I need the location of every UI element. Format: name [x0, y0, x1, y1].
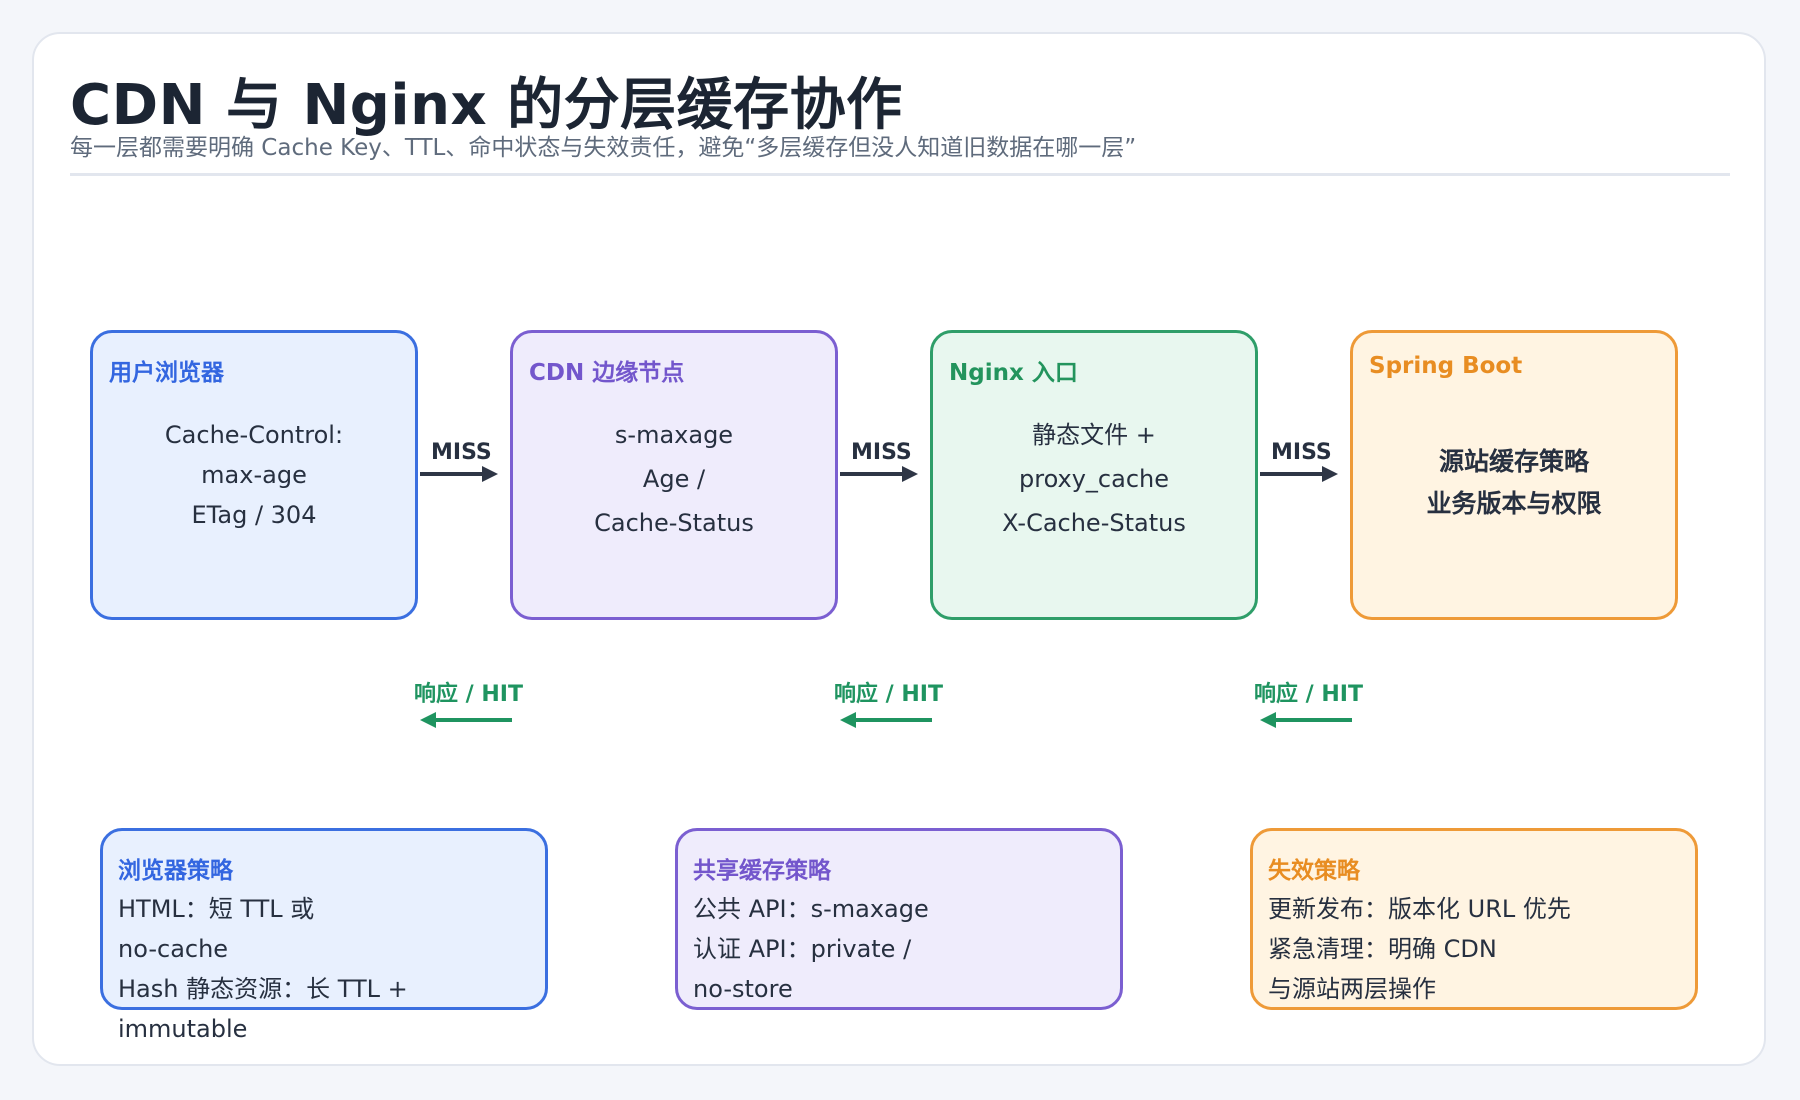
card-line: 与源站两层操作 [1268, 975, 1436, 1003]
card-title: 共享缓存策略 [693, 858, 831, 884]
card-browser-strategy: 浏览器策略 HTML：短 TTL 或 no-cache Hash 静态资源：长 … [100, 828, 548, 1043]
node-nginx-entry: Nginx 入口 静态文件 + proxy_cache X-Cache-Stat… [930, 330, 1258, 620]
node-spring-boot: Spring Boot 源站缓存策略 业务版本与权限 [1350, 330, 1678, 620]
card-title: 失效策略 [1268, 858, 1360, 884]
hit-label: 响应 / HIT [1254, 682, 1363, 707]
header-divider [70, 173, 1730, 176]
page-subtitle: 每一层都需要明确 Cache Key、TTL、命中状态与失效责任，避免“多层缓存… [70, 135, 1137, 161]
node-line: Age / [642, 465, 706, 493]
card-line: immutable [118, 1015, 248, 1043]
hit-arrow-icon [840, 712, 932, 728]
node-body: 源站缓存策略 业务版本与权限 [1353, 441, 1675, 525]
card-line: Hash 静态资源：长 TTL + [118, 975, 408, 1003]
node-title: CDN 边缘节点 [529, 360, 685, 386]
card-line: 更新发布：版本化 URL 优先 [1268, 895, 1571, 923]
hit-arrow-icon [1260, 712, 1352, 728]
card-line: 紧急清理：明确 CDN [1268, 935, 1497, 963]
miss-arrow-icon [420, 466, 498, 482]
node-title: Spring Boot [1369, 353, 1523, 379]
node-line: ETag / 304 [191, 501, 317, 529]
card-invalidation-strategy: 失效策略 更新发布：版本化 URL 优先 紧急清理：明确 CDN 与源站两层操作 [1250, 828, 1698, 1010]
card-lines: HTML：短 TTL 或 no-cache Hash 静态资源：长 TTL + … [118, 889, 408, 1049]
card-lines: 公共 API：s-maxage 认证 API：private / no-stor… [693, 889, 929, 1009]
node-user-browser: 用户浏览器 Cache-Control: max-age ETag / 304 [90, 330, 418, 620]
card-line: 公共 API：s-maxage [693, 895, 929, 923]
card-line: HTML：短 TTL 或 [118, 895, 315, 923]
node-line: 源站缓存策略 [1438, 447, 1589, 476]
node-line: max-age [201, 461, 307, 489]
hit-label: 响应 / HIT [834, 682, 943, 707]
node-line: X-Cache-Status [1002, 509, 1186, 537]
node-body: 静态文件 + proxy_cache X-Cache-Status [933, 413, 1255, 545]
card-line: no-cache [118, 935, 229, 963]
node-line: Cache-Status [594, 509, 754, 537]
card-line: no-store [693, 975, 793, 1003]
node-cdn-edge: CDN 边缘节点 s-maxage Age / Cache-Status [510, 330, 838, 620]
card-shared-cache-strategy: 共享缓存策略 公共 API：s-maxage 认证 API：private / … [675, 828, 1123, 1010]
node-line: s-maxage [614, 421, 734, 449]
hit-label: 响应 / HIT [414, 682, 523, 707]
node-line: proxy_cache [1019, 465, 1169, 493]
miss-arrow-icon [840, 466, 918, 482]
card-line: 认证 API：private / [693, 935, 912, 963]
node-body: s-maxage Age / Cache-Status [513, 413, 835, 545]
node-title: 用户浏览器 [109, 360, 224, 386]
card-title: 浏览器策略 [118, 858, 233, 884]
node-body: Cache-Control: max-age ETag / 304 [93, 413, 415, 537]
card-lines: 更新发布：版本化 URL 优先 紧急清理：明确 CDN 与源站两层操作 [1268, 889, 1571, 1009]
miss-arrow-icon [1260, 466, 1338, 482]
hit-arrow-icon [420, 712, 512, 728]
node-title: Nginx 入口 [949, 360, 1078, 386]
node-line: 业务版本与权限 [1426, 489, 1602, 518]
node-line: 静态文件 + [1032, 421, 1156, 449]
node-line: Cache-Control: [164, 421, 344, 449]
